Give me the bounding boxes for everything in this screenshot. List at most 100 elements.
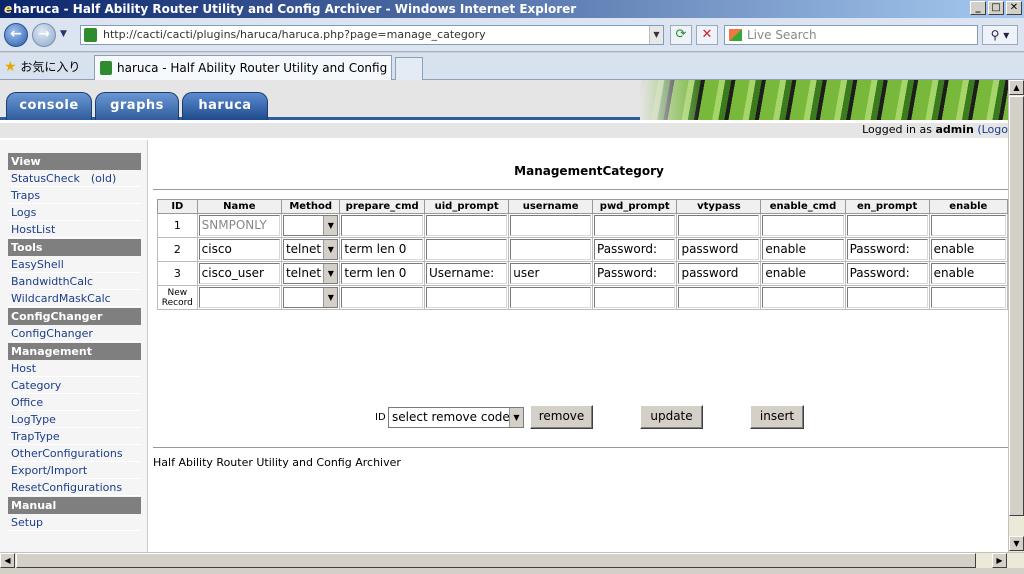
method-value: telnet: [285, 242, 322, 256]
page-title: ManagementCategory: [514, 164, 664, 178]
prepare-cmd-field[interactable]: term len 0: [341, 239, 423, 260]
horizontal-scroll-thumb[interactable]: [16, 553, 976, 568]
method-select[interactable]: telnet ▼: [282, 239, 339, 260]
forward-button[interactable]: →: [32, 23, 56, 47]
sidebar-item-otherconfigurations[interactable]: OtherConfigurations: [8, 445, 141, 462]
tab-haruca[interactable]: haruca: [182, 92, 268, 120]
name-field[interactable]: SNMPONLY: [198, 215, 280, 236]
sidebar-item-setup[interactable]: Setup: [8, 514, 141, 531]
sidebar-item-configchanger[interactable]: ConfigChanger: [8, 325, 141, 342]
sidebar-section-header: View: [8, 153, 141, 170]
close-button[interactable]: ✕: [1006, 1, 1022, 15]
remove-code-select[interactable]: select remove code ▼: [388, 407, 524, 428]
enable-cmd-field[interactable]: enable: [762, 239, 844, 260]
prepare-cmd-field[interactable]: [341, 215, 423, 236]
pwd-prompt-field[interactable]: Password:: [594, 263, 676, 284]
footer-text: Half Ability Router Utility and Config A…: [153, 456, 401, 469]
scroll-up-icon[interactable]: ▲: [1009, 80, 1024, 95]
sidebar-item-host[interactable]: Host: [8, 360, 141, 377]
vertical-scroll-thumb[interactable]: [1009, 96, 1024, 516]
pwd-prompt-field[interactable]: Password:: [594, 239, 676, 260]
scroll-right-icon[interactable]: ▶: [992, 553, 1007, 568]
enable-cmd-field[interactable]: enable: [762, 263, 844, 284]
address-dropdown-icon[interactable]: ▼: [649, 26, 663, 44]
logout-link[interactable]: (Logo: [977, 123, 1008, 136]
enable-field[interactable]: enable: [930, 263, 1006, 284]
new-enable-field[interactable]: [930, 287, 1006, 308]
browser-tab-haruca[interactable]: haruca - Half Ability Router Utility and…: [94, 55, 392, 80]
scroll-down-icon[interactable]: ▼: [1009, 536, 1024, 551]
new-vtypass-field[interactable]: [678, 287, 760, 308]
horizontal-scrollbar[interactable]: ◀ ▶: [0, 552, 1024, 568]
divider: [153, 447, 1008, 448]
vtypass-field[interactable]: password: [678, 239, 760, 260]
en-prompt-field[interactable]: Password:: [846, 239, 928, 260]
scroll-left-icon[interactable]: ◀: [0, 553, 15, 568]
tab-console[interactable]: console: [6, 92, 92, 120]
sidebar-item-traps[interactable]: Traps: [8, 187, 141, 204]
address-bar[interactable]: http://cacti/cacti/plugins/haruca/haruca…: [80, 25, 664, 45]
cacti-banner-image: [640, 80, 1008, 120]
uid-prompt-field[interactable]: [425, 215, 508, 236]
sidebar-item-logs[interactable]: Logs: [8, 204, 141, 221]
maximize-button[interactable]: □: [988, 1, 1004, 15]
sidebar-item-category[interactable]: Category: [8, 377, 141, 394]
new-enable-cmd-field[interactable]: [762, 287, 844, 308]
new-tab-button[interactable]: [395, 57, 423, 80]
enable-cmd-field[interactable]: [762, 215, 844, 236]
sidebar-item-statuscheck-old[interactable]: StatusCheck (old): [8, 170, 141, 187]
new-name-field[interactable]: [198, 287, 280, 308]
sidebar-item-traptype[interactable]: TrapType: [8, 428, 141, 445]
minimize-button[interactable]: _: [970, 1, 986, 15]
en-prompt-field[interactable]: Password:: [846, 263, 928, 284]
search-button[interactable]: ⚲ ▾: [982, 25, 1018, 45]
vertical-scrollbar[interactable]: ▲ ▼: [1008, 80, 1024, 552]
vtypass-field[interactable]: password: [678, 263, 760, 284]
sidebar-item-resetconfigurations[interactable]: ResetConfigurations: [8, 479, 141, 496]
name-field[interactable]: cisco: [198, 239, 280, 260]
table-row: 2 cisco telnet ▼ term len 0 Password: pas…: [157, 237, 1008, 262]
stop-button[interactable]: ✕: [696, 25, 718, 45]
prepare-cmd-field[interactable]: term len 0: [341, 263, 423, 284]
uid-prompt-field[interactable]: Username:: [425, 263, 508, 284]
sidebar-item-easyshell[interactable]: EasyShell: [8, 256, 141, 273]
tab-graphs[interactable]: graphs: [95, 92, 179, 120]
sidebar-item-hostlist[interactable]: HostList: [8, 221, 141, 238]
sidebar-item-bandwidthcalc[interactable]: BandwidthCalc: [8, 273, 141, 290]
back-button[interactable]: ←: [4, 23, 28, 47]
column-header-enable: enable: [928, 199, 1008, 214]
sidebar-section-header: Tools: [8, 239, 141, 256]
method-select[interactable]: ▼: [282, 215, 339, 236]
id-label: ID: [375, 412, 386, 423]
new-record-label: New Record: [157, 285, 198, 310]
remove-button[interactable]: remove: [530, 405, 593, 429]
sidebar-item-office[interactable]: Office: [8, 394, 141, 411]
insert-button[interactable]: insert: [750, 405, 804, 429]
vtypass-field[interactable]: [678, 215, 760, 236]
username-field[interactable]: user: [510, 263, 591, 284]
enable-field[interactable]: [930, 215, 1006, 236]
refresh-button[interactable]: ⟳: [670, 25, 692, 45]
favorites-button[interactable]: ★ お気に入り: [4, 58, 80, 75]
new-prepare-cmd-field[interactable]: [341, 287, 423, 308]
live-search-logo-icon: [729, 29, 742, 41]
username-field[interactable]: [510, 215, 591, 236]
name-field[interactable]: cisco_user: [198, 263, 280, 284]
new-method-select[interactable]: ▼: [282, 287, 339, 308]
update-button[interactable]: update: [640, 405, 703, 429]
search-input[interactable]: Live Search: [724, 25, 978, 45]
new-en-prompt-field[interactable]: [846, 287, 928, 308]
sidebar-item-wildcardmaskcalc[interactable]: WildcardMaskCalc: [8, 290, 141, 307]
username-field[interactable]: [510, 239, 591, 260]
pwd-prompt-field[interactable]: [594, 215, 676, 236]
en-prompt-field[interactable]: [846, 215, 928, 236]
new-uid-prompt-field[interactable]: [425, 287, 508, 308]
uid-prompt-field[interactable]: [425, 239, 508, 260]
history-dropdown-icon[interactable]: ▼: [60, 29, 67, 39]
enable-field[interactable]: enable: [930, 239, 1006, 260]
method-select[interactable]: telnet ▼: [282, 263, 339, 284]
sidebar-item-logtype[interactable]: LogType: [8, 411, 141, 428]
new-username-field[interactable]: [510, 287, 591, 308]
sidebar-item-export-import[interactable]: Export/Import: [8, 462, 141, 479]
new-pwd-prompt-field[interactable]: [594, 287, 676, 308]
